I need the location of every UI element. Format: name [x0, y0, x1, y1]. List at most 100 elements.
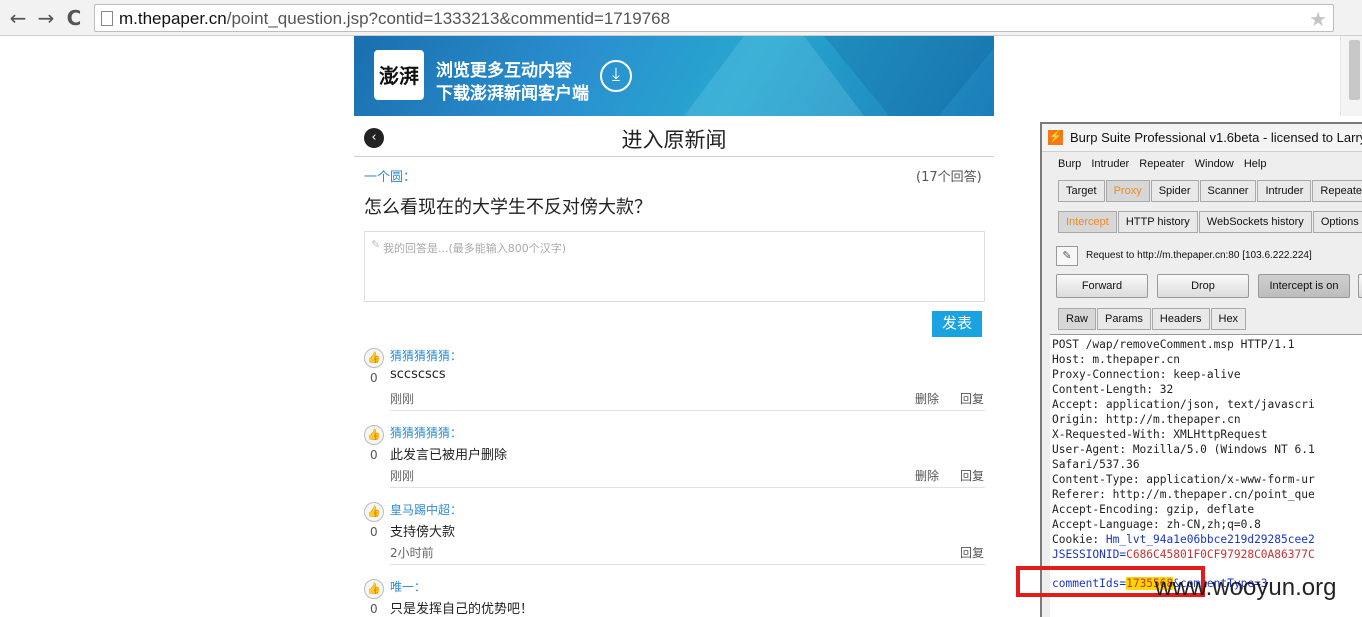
menu-burp[interactable]: Burp [1058, 158, 1081, 170]
delete-link[interactable]: 删除 [915, 390, 939, 407]
request-line: Referer: http://m.thepaper.cn/point_que [1052, 488, 1315, 501]
request-line: Accept-Encoding: gzip, deflate [1052, 503, 1255, 516]
comment-user[interactable]: 唯一： [390, 578, 426, 595]
logo-text: 澎湃 [379, 64, 419, 88]
comment-text: 此发言已被用户删除 [390, 448, 508, 463]
burp-titlebar[interactable]: ⚡ Burp Suite Professional v1.6beta - lic… [1042, 124, 1362, 152]
request-headers: POST /wap/removeComment.msp HTTP/1.1 Host… [1052, 337, 1315, 562]
comment-user[interactable]: 猜猜猜猜猜： [390, 424, 462, 441]
cookie-line: Cookie: Hm_lvt_94a1e06bbce219d29285cee2 [1052, 532, 1315, 547]
reply-placeholder: 我的回答是...(最多能输入800个汉字) [383, 242, 567, 255]
delete-link[interactable]: 删除 [915, 467, 939, 484]
tab-hex[interactable]: Hex [1210, 308, 1247, 330]
url-host: m.thepaper.cn [119, 9, 227, 28]
burp-menubar: Burp Intruder Repeater Window Help [1058, 158, 1273, 170]
scrollbar-thumb[interactable] [1349, 40, 1360, 100]
comment-item: 👍 0 猜猜猜猜猜： 此发言已被用户删除 刚刚 删除 回复 [364, 421, 985, 497]
divider [354, 156, 994, 157]
tab-http-history[interactable]: HTTP history [1117, 211, 1198, 233]
menu-window[interactable]: Window [1195, 158, 1234, 170]
like-count: 0 [370, 525, 378, 539]
request-target: Request to http://m.thepaper.cn:80 [103.… [1086, 250, 1312, 261]
like-count: 0 [370, 371, 378, 385]
tab-target[interactable]: Target [1058, 180, 1105, 202]
request-line: Origin: http://m.thepaper.cn [1052, 413, 1241, 426]
download-icon[interactable]: ⤓ [600, 60, 632, 92]
app-download-banner[interactable]: 澎湃 浏览更多互动内容 下载澎湃新闻客户端 ⤓ [354, 36, 994, 116]
tab-intruder[interactable]: Intruder [1257, 180, 1312, 202]
back-arrow-icon[interactable]: ← [6, 6, 30, 30]
page-icon [101, 11, 113, 26]
comment-time: 2小时前 [390, 546, 434, 560]
tab-intercept[interactable]: Intercept [1058, 211, 1117, 233]
burp-window-title: Burp Suite Professional v1.6beta - licen… [1070, 130, 1362, 145]
request-line: User-Agent: Mozilla/5.0 (Windows NT 6.1 [1052, 443, 1315, 456]
comment-time: 刚刚 [390, 392, 415, 406]
request-line: Content-Type: application/x-www-form-ur [1052, 473, 1315, 486]
comment-text: sccscscs [390, 367, 446, 382]
comment-item: 👍 0 皇马踢中超： 支持傍大款 2小时前 回复 [364, 498, 985, 574]
like-icon[interactable]: 👍 [364, 348, 384, 368]
request-line: Accept-Language: zh-CN,zh;q=0.8 [1052, 518, 1261, 531]
bookmark-star-icon[interactable]: ★ [1309, 7, 1327, 31]
tab-params[interactable]: Params [1097, 308, 1151, 330]
tab-repeater[interactable]: Repeater [1312, 180, 1362, 202]
reload-icon[interactable]: C [62, 6, 86, 30]
jsession-value: C686C45801F0CF97928C0A86377C [1126, 548, 1315, 561]
banner-line-2: 下载澎湃新闻客户端 [436, 84, 589, 104]
address-bar[interactable]: m.thepaper.cn/point_question.jsp?contid=… [94, 4, 1334, 32]
like-icon[interactable]: 👍 [364, 579, 384, 599]
question-text: 怎么看现在的大学生不反对傍大款？ [364, 197, 652, 218]
comment-text: 只是发挥自己的优势吧！ [390, 602, 534, 617]
comment-user[interactable]: 猜猜猜猜猜： [390, 347, 462, 364]
request-line: X-Requested-With: XMLHttpRequest [1052, 428, 1268, 441]
comment-user[interactable]: 皇马踢中超： [390, 501, 462, 518]
reply-link[interactable]: 回复 [960, 467, 984, 484]
proxy-sub-tabs: Intercept HTTP history WebSockets history O… [1058, 211, 1362, 233]
banner-decor [824, 36, 994, 116]
submit-button[interactable]: 发表 [932, 311, 982, 337]
comment-text: 支持傍大款 [390, 525, 456, 540]
reply-link[interactable]: 回复 [960, 544, 984, 561]
forward-button[interactable]: Forward [1056, 274, 1148, 298]
request-line: Safari/537.36 [1052, 458, 1140, 471]
burp-main-tabs: Target Proxy Spider Scanner Intruder Repeater [1058, 180, 1362, 202]
action-button[interactable] [1358, 274, 1362, 298]
like-icon[interactable]: 👍 [364, 502, 384, 522]
menu-repeater[interactable]: Repeater [1139, 158, 1184, 170]
url-path: /point_question.jsp?contid=1333213&comme… [226, 9, 671, 28]
tab-options[interactable]: Options [1312, 211, 1362, 233]
tab-proxy[interactable]: Proxy [1105, 180, 1150, 202]
message-view-tabs: Raw Params Headers Hex [1058, 308, 1247, 330]
request-line: Host: m.thepaper.cn [1052, 353, 1180, 366]
cookie-value: Hm_lvt_94a1e06bbce219d29285cee2 [1105, 533, 1315, 546]
menu-help[interactable]: Help [1244, 158, 1267, 170]
url-text[interactable]: m.thepaper.cn/point_question.jsp?contid=… [119, 9, 670, 29]
tab-websockets-history[interactable]: WebSockets history [1198, 211, 1312, 233]
like-count: 0 [370, 602, 378, 616]
page-title[interactable]: 进入原新闻 [354, 124, 994, 154]
browser-toolbar: ← → C m.thepaper.cn/point_question.jsp?c… [0, 0, 1362, 36]
burp-suite-window: ⚡ Burp Suite Professional v1.6beta - lic… [1040, 122, 1362, 617]
comment-item: 👍 0 猜猜猜猜猜： sccscscs 刚刚 删除 回复 [364, 344, 985, 420]
edit-pencil-icon[interactable]: ✎ [1056, 246, 1078, 266]
cookie-label: Cookie: [1052, 533, 1106, 546]
drop-button[interactable]: Drop [1157, 274, 1249, 298]
tab-raw[interactable]: Raw [1058, 308, 1097, 330]
answer-count: (17个回答) [916, 170, 982, 185]
jsession-line: JSESSIONID=C686C45801F0CF97928C0A86377C [1052, 547, 1315, 562]
menu-intruder[interactable]: Intruder [1091, 158, 1129, 170]
reply-textarea[interactable]: ✎ 我的回答是...(最多能输入800个汉字) [364, 231, 985, 302]
reply-link[interactable]: 回复 [960, 390, 984, 407]
tab-spider[interactable]: Spider [1150, 180, 1199, 202]
banner-line-1: 浏览更多互动内容 [436, 61, 572, 81]
request-line: Proxy-Connection: keep-alive [1052, 368, 1241, 381]
intercept-toggle-button[interactable]: Intercept is on [1258, 274, 1350, 298]
tab-scanner[interactable]: Scanner [1199, 180, 1257, 202]
like-icon[interactable]: 👍 [364, 425, 384, 445]
divider [390, 564, 985, 565]
tab-headers[interactable]: Headers [1151, 308, 1210, 330]
asker-name[interactable]: 一个圆： [364, 166, 416, 185]
forward-arrow-icon[interactable]: → [34, 6, 58, 30]
request-line: Content-Length: 32 [1052, 383, 1174, 396]
